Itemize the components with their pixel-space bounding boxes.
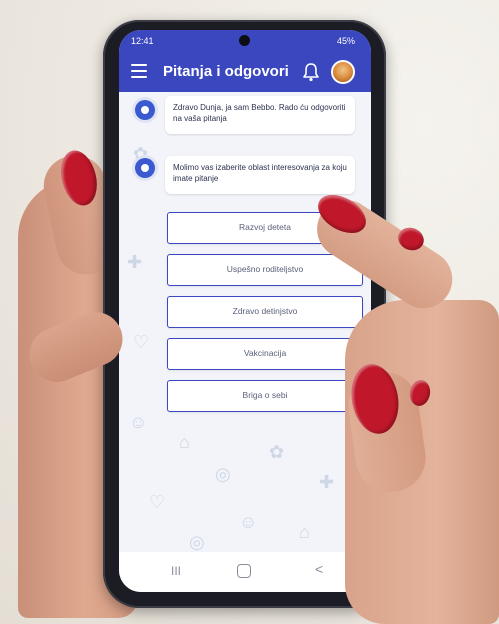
doodle-icon: ♡ [133, 332, 150, 352]
option-button[interactable]: Briga o sebi [167, 380, 363, 412]
option-button[interactable]: Zdravo detinjstvo [167, 296, 363, 328]
status-time: 12:41 [131, 36, 154, 46]
doodle-icon: ◎ [215, 464, 231, 484]
status-bar: 12:41 45% [119, 30, 371, 52]
doodle-icon: ♡ [149, 492, 166, 512]
home-button[interactable] [237, 564, 251, 578]
doodle-icon: ⌂ [299, 522, 310, 542]
bot-avatar-icon [135, 100, 155, 120]
chat-area: ✿ ✚ ♡ ☺ ⌂ ◎ ✿ ✚ ♡ ☺ ⌂ ◎ Zdravo Dunja, ja… [119, 92, 371, 552]
system-nav-bar: III < [119, 552, 371, 592]
front-camera [239, 35, 250, 46]
option-button[interactable]: Uspešno roditeljstvo [167, 254, 363, 286]
doodle-icon: ◎ [189, 532, 205, 552]
app-bar: Pitanja i odgovori [119, 52, 371, 92]
option-button[interactable]: Vakcinacija [167, 338, 363, 370]
menu-icon[interactable] [131, 64, 147, 78]
bot-avatar-icon [135, 158, 155, 178]
back-button[interactable]: < [315, 561, 323, 577]
doodle-icon: ⌂ [179, 432, 190, 452]
doodle-icon: ☺ [239, 512, 258, 532]
recent-apps-button[interactable]: III [171, 564, 181, 578]
doodle-icon: ✚ [127, 252, 143, 272]
doodle-icon: ☺ [129, 412, 148, 432]
doodle-icon: ✚ [319, 472, 335, 492]
bell-icon[interactable] [302, 62, 320, 82]
chat-message: Molimo vas izaberite oblast interesovanj… [165, 156, 355, 194]
battery-indicator: 45% [336, 36, 355, 46]
avatar[interactable] [331, 60, 355, 84]
doodle-icon: ✿ [269, 442, 285, 462]
page-title: Pitanja i odgovori [163, 63, 289, 80]
chat-message: Zdravo Dunja, ja sam Bebbo. Rado ću odgo… [165, 96, 355, 134]
phone-screen: 12:41 45% Pitanja i odgovori ✿ ✚ ♡ ☺ ⌂ ◎… [119, 30, 371, 592]
